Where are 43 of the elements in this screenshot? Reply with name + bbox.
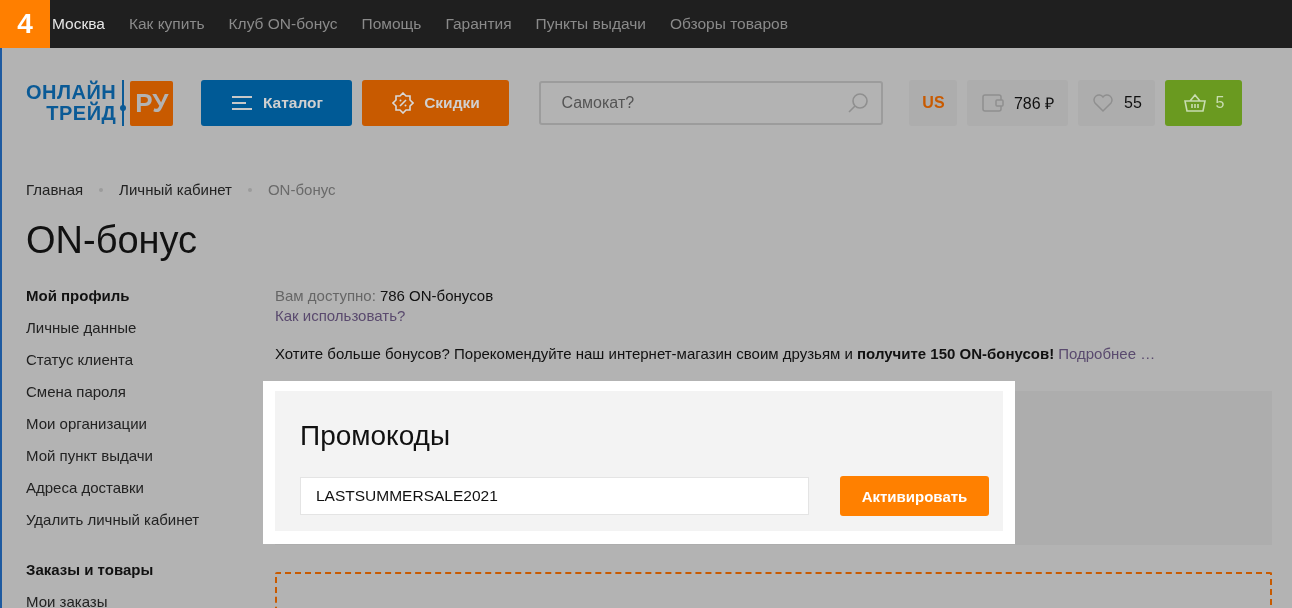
nav-link[interactable]: Гарантия [445,15,512,33]
sidebar-heading: Мой профиль [26,286,131,306]
logo-text: ТРЕЙД [46,103,117,124]
referral-text: Хотите больше бонусов? Порекомендуйте наш интернет-магазин своим друзьям и получите 150 ON-бонусов! [275,345,1055,362]
catalog-button[interactable]: Каталог [201,80,353,126]
search-icon [847,92,870,114]
more-link[interactable]: Подробнее … [1058,344,1156,364]
activate-button[interactable]: Активировать [840,476,989,516]
wallet-icon [981,94,1004,112]
sidebar-heading: Заказы и товары [26,560,155,580]
promo-code-field[interactable]: LASTSUMMERSALE2021 [300,477,809,515]
nav-link[interactable]: Как купить [128,15,205,33]
sidebar-link[interactable]: Смена пароля [26,376,126,408]
page-title: ON-бонус [26,218,199,262]
logo-badge: РУ [130,80,174,126]
city-selector[interactable]: Москва [52,15,105,33]
discount-badge-icon [392,92,415,114]
bonus-balance: 786 ON-бонусов [379,287,494,304]
discounts-button[interactable]: Скидки [362,80,510,126]
promo-heading: Промокоды [300,419,452,453]
breadcrumb-link[interactable]: Личный кабинет [119,180,232,200]
nav-link[interactable]: Клуб ON-бонус [228,15,338,33]
how-to-use-link[interactable]: Как использовать? [275,306,406,326]
wallet-button[interactable]: 786 ₽ [967,80,1069,126]
search-field[interactable]: Самокат? [539,81,884,125]
menu-icon [230,95,253,111]
favorites-button[interactable]: 55 [1078,80,1156,126]
breadcrumb-link[interactable]: Главная [26,180,84,200]
sidebar-link[interactable]: Удалить личный кабинет [26,504,200,536]
nav-link[interactable]: Помощь [361,15,422,33]
heart-icon [1092,93,1115,113]
breadcrumb-link[interactable]: ON-бонус [267,180,336,200]
nav-link[interactable]: Пункты выдачи [535,15,646,33]
nav-link[interactable]: Обзоры товаров [669,15,788,33]
sidebar-link[interactable]: Мои заказы [26,586,108,608]
step-number-badge: 4 [0,0,50,48]
sidebar-link[interactable]: Статус клиента [26,344,134,376]
sidebar-link[interactable]: Мой пункт выдачи [26,440,153,472]
sidebar-link[interactable]: Личные данные [26,312,137,344]
available-label: Вам доступно: [275,287,376,304]
sidebar-link[interactable]: Мои организации [26,408,147,440]
basket-icon [1183,93,1206,113]
sidebar-link[interactable]: Адреса доставки [26,472,144,504]
